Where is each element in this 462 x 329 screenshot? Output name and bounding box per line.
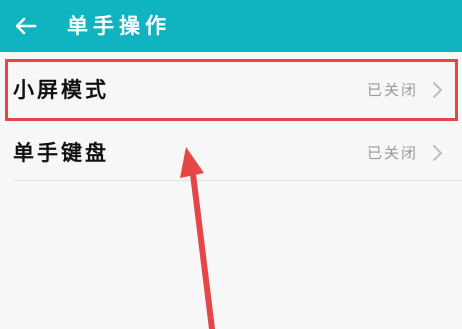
- chevron-right-icon: [433, 145, 442, 161]
- header-bar: 单手操作: [0, 0, 462, 52]
- back-button[interactable]: [8, 8, 44, 44]
- one-handed-keyboard-label: 单手键盘: [13, 141, 109, 165]
- one-handed-keyboard-row[interactable]: 单手键盘 已关闭: [0, 124, 462, 184]
- small-screen-mode-row[interactable]: 小屏模式 已关闭: [0, 61, 462, 121]
- page-title: 单手操作: [67, 14, 171, 38]
- chevron-right-icon: [433, 82, 442, 98]
- back-arrow-icon: [15, 17, 37, 35]
- one-handed-keyboard-status: 已关闭: [367, 144, 419, 162]
- settings-list: 小屏模式 已关闭 单手键盘 已关闭: [0, 52, 462, 329]
- small-screen-mode-status: 已关闭: [367, 81, 419, 99]
- small-screen-mode-label: 小屏模式: [13, 78, 109, 102]
